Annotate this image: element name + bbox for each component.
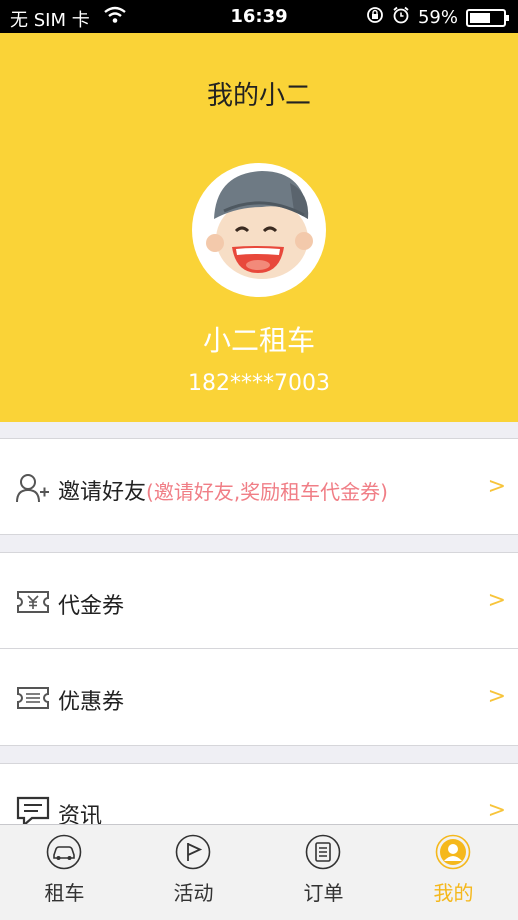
tab-label: 租车 [44, 881, 85, 905]
battery-icon [466, 8, 509, 27]
coupon-label: 优惠券 [58, 690, 125, 715]
voucher-label: 代金券 [58, 594, 125, 619]
voucher-icon [16, 589, 50, 621]
profile-icon [435, 834, 471, 870]
tab-rent-car[interactable]: 租车 [0, 825, 129, 920]
tab-orders[interactable]: 订单 [259, 825, 388, 920]
tab-mine[interactable]: 我的 [389, 825, 518, 920]
user-name: 小二租车 [202, 324, 315, 357]
avatar[interactable] [192, 163, 326, 297]
tab-label: 我的 [433, 881, 474, 905]
tab-bar: 租车 活动 订单 我的 [0, 824, 518, 920]
menu-item-invite-friends[interactable]: 邀请好友(邀请好友,奖励租车代金券) > [0, 438, 518, 535]
page-title: 我的小二 [206, 81, 311, 111]
add-user-icon [16, 472, 50, 504]
chevron-right-icon: > [487, 588, 506, 613]
invite-hint: (邀请好友,奖励租车代金券) [146, 480, 388, 504]
order-icon [305, 834, 341, 870]
menu-item-voucher[interactable]: 代金券 > [0, 552, 518, 649]
tab-label: 订单 [303, 881, 344, 905]
profile-header: 我的小二 小二租车 182****7003 [0, 33, 518, 422]
status-bar: 无 SIM 卡 16:39 59% [0, 0, 518, 33]
chevron-right-icon: > [487, 684, 506, 709]
menu-item-coupon[interactable]: 优惠券 > [0, 649, 518, 746]
alarm-icon [392, 6, 410, 29]
tab-activity[interactable]: 活动 [129, 825, 258, 920]
flag-icon [175, 834, 211, 870]
battery-percent: 59% [417, 7, 458, 28]
coupon-icon [16, 685, 50, 717]
car-icon [46, 834, 82, 870]
tab-label: 活动 [173, 881, 214, 905]
invite-label: 邀请好友 [58, 480, 147, 505]
rotation-lock-icon [366, 6, 384, 29]
user-phone: 182****7003 [188, 371, 330, 396]
chevron-right-icon: > [487, 798, 506, 823]
chevron-right-icon: > [487, 474, 506, 499]
